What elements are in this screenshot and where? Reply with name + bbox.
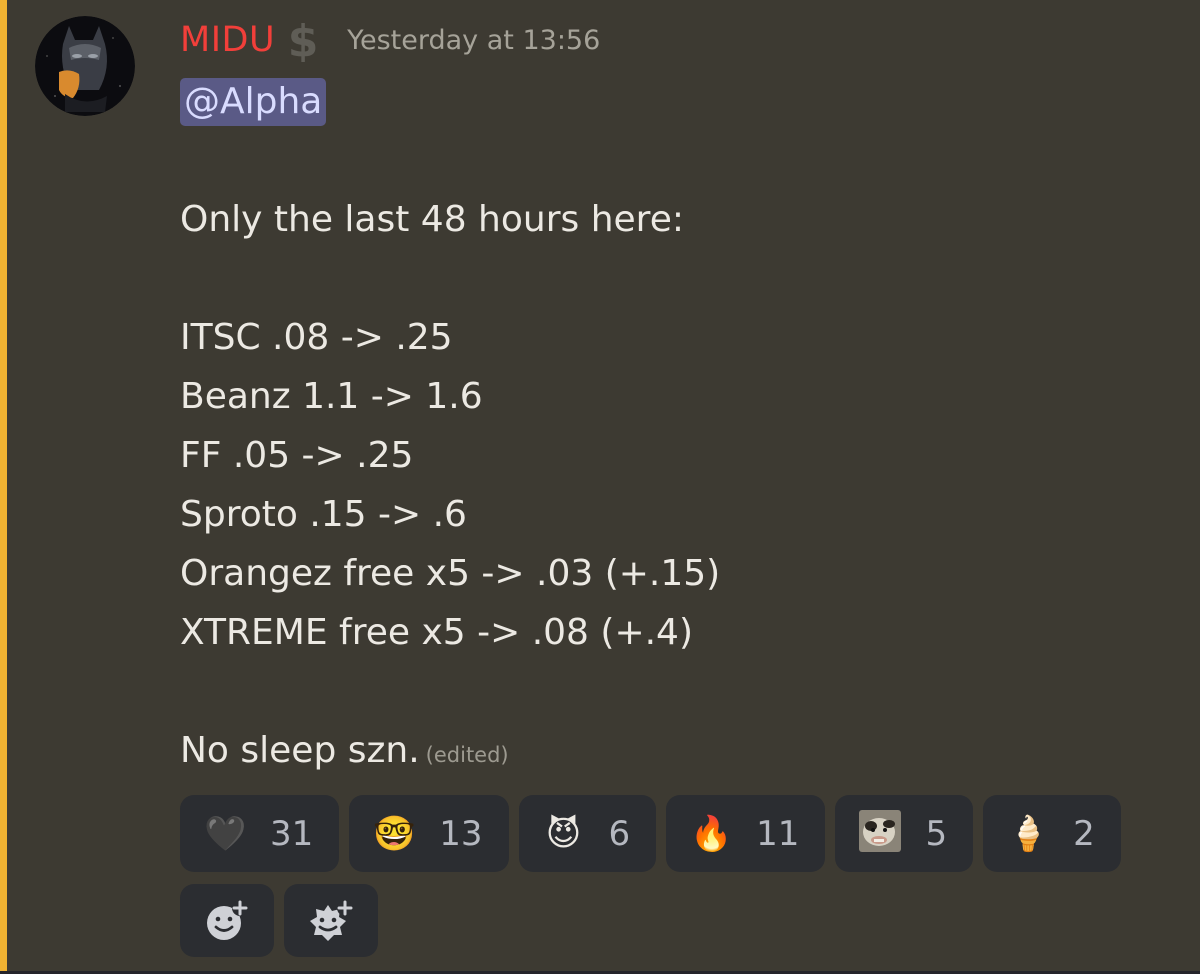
message-text-line: No sleep szn. [180,730,420,771]
message-text-line: Only the last 48 hours here: [180,199,684,240]
reaction-count: 5 [925,813,948,854]
reaction-count: 13 [439,813,483,854]
reaction-count: 31 [270,813,314,854]
fire-icon: 🔥 [690,813,733,854]
message-text-line: XTREME free x5 -> .08 (+.4) [180,612,693,653]
timestamp[interactable]: Yesterday at 13:56 [347,25,600,56]
reaction-nerd-face[interactable]: 🤓 13 [349,795,509,872]
message-text-line: Sproto .15 -> .6 [180,494,467,535]
message-header: MIDU $ Yesterday at 13:56 [180,16,600,64]
message-content: @Alpha Only the last 48 hours here: ITSC… [180,72,1170,780]
avatar-image [35,16,135,116]
message-text-line: ITSC .08 -> .25 [180,317,453,358]
reaction-count: 6 [608,813,631,854]
reaction-smiling-devil[interactable]: 😈 6 [518,795,657,872]
message-text-line: Orangez free x5 -> .03 (+.15) [180,553,721,594]
reaction-black-heart[interactable]: 🖤 31 [180,795,340,872]
reaction-custom-animal[interactable]: 5 [835,795,974,872]
svg-text:$: $ [288,18,319,62]
black-heart-icon: 🖤 [204,813,247,854]
message-text-line: FF .05 -> .25 [180,435,414,476]
reactions-bar: 🖤 31 🤓 13 😈 6 🔥 11 5 🍦 2 [180,795,1180,969]
dollar-icon[interactable]: $ [285,18,321,62]
username[interactable]: MIDU [180,20,275,60]
chat-message: MIDU $ Yesterday at 13:56 @Alpha Only th… [0,0,1200,974]
edited-label[interactable]: (edited) [426,743,509,767]
message-text-line: Beanz 1.1 -> 1.6 [180,376,483,417]
reaction-count: 11 [756,813,800,854]
reaction-fire[interactable]: 🔥 11 [666,795,826,872]
user-mention[interactable]: @Alpha [180,78,327,126]
add-super-reaction-icon [310,899,353,941]
nerd-face-icon: 🤓 [373,813,416,854]
custom-animal-emoji-icon [859,809,902,858]
ice-cream-icon: 🍦 [1007,813,1050,854]
avatar[interactable] [35,16,135,116]
add-reaction-icon [207,899,248,940]
smiling-devil-icon: 😈 [545,813,582,854]
add-super-reaction-button[interactable] [284,884,378,957]
reaction-count: 2 [1073,813,1095,854]
reaction-ice-cream[interactable]: 🍦 2 [983,795,1121,872]
add-reaction-button[interactable] [180,884,274,957]
